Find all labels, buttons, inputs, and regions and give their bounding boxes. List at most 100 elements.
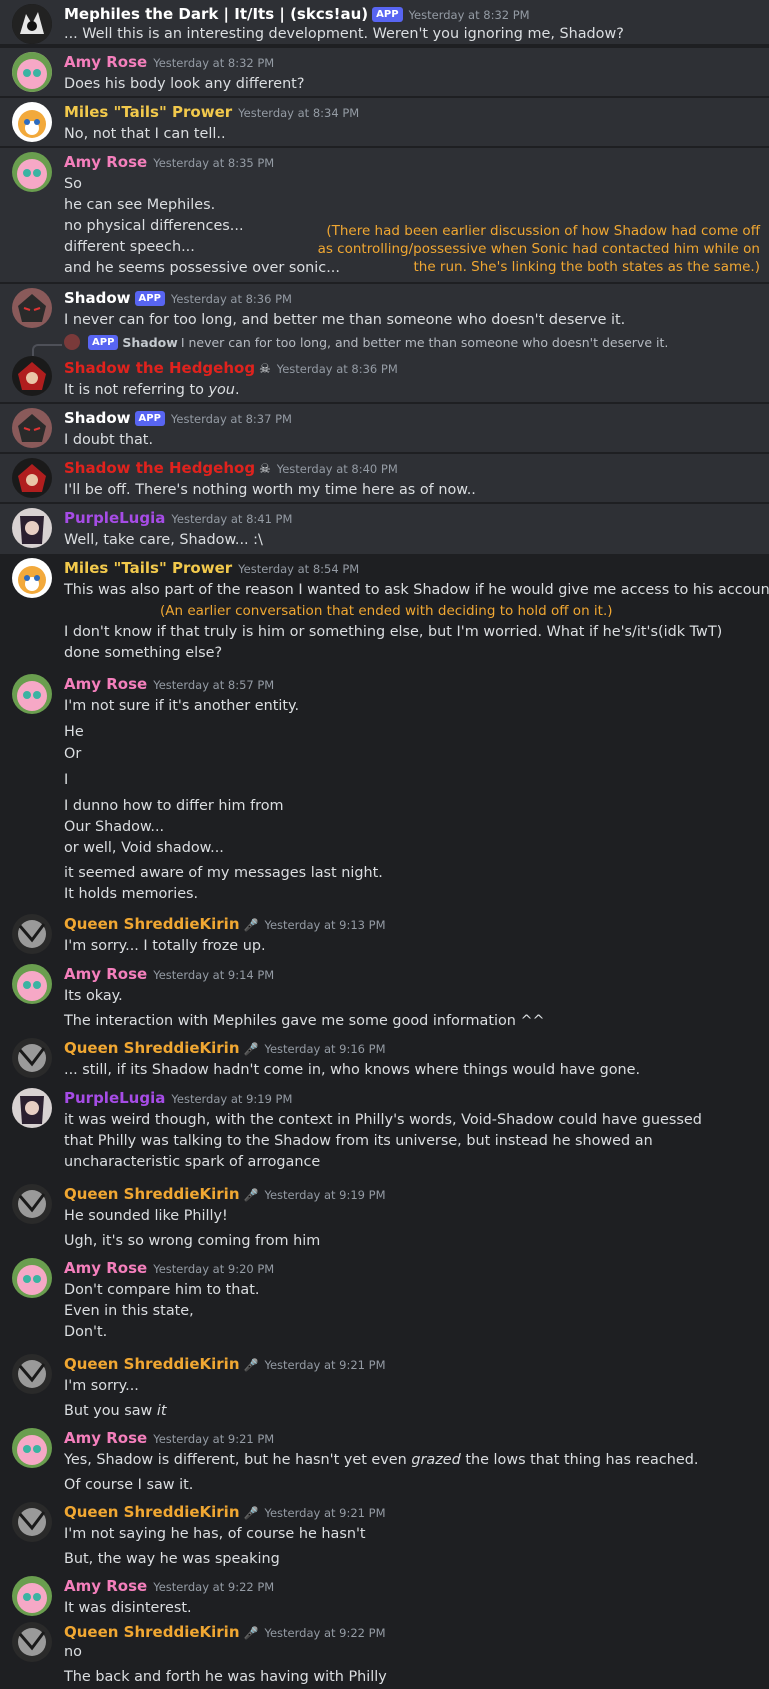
avatar[interactable] [12, 52, 52, 92]
timestamp: Yesterday at 8:32 PM [408, 8, 530, 22]
message-amy: Amy Rose Yesterday at 8:35 PM So he can s… [0, 148, 769, 282]
annotation-note: (There had been earlier discussion of ho… [318, 222, 760, 276]
avatar[interactable] [12, 288, 52, 328]
author-name[interactable]: Amy Rose [64, 675, 147, 693]
microphone-icon: 🎤 [243, 1188, 259, 1202]
microphone-icon: 🎤 [243, 1042, 259, 1056]
author-name[interactable]: Miles "Tails" Prower [64, 103, 232, 121]
text-emphasis: it [156, 1403, 167, 1419]
message-text: Don't compare him to that. [64, 1282, 260, 1298]
app-badge: APP [88, 335, 119, 350]
message-text: or well, Void shadow... [64, 840, 224, 856]
avatar[interactable] [12, 1038, 52, 1078]
avatar[interactable] [12, 558, 52, 598]
message-text: I'm sorry... I totally froze up. [64, 938, 266, 954]
author-name[interactable]: Queen ShreddieKirin [64, 1623, 240, 1641]
author-name[interactable]: Amy Rose [64, 53, 147, 71]
author-name[interactable]: Queen ShreddieKirin [64, 915, 240, 933]
avatar[interactable] [12, 508, 52, 548]
avatar[interactable] [12, 152, 52, 192]
reply-spine [32, 344, 62, 356]
message-text: It is not referring to you. [64, 380, 240, 400]
avatar[interactable] [12, 408, 52, 448]
reply-avatar [64, 334, 80, 350]
message-text: Don't. [64, 1324, 108, 1340]
message-amy: Amy Rose Yesterday at 9:21 PM Yes, Shadow… [0, 1424, 769, 1498]
text-part: But you saw [64, 1403, 157, 1419]
message-text: I doubt that. [64, 432, 154, 448]
timestamp: Yesterday at 8:37 PM [170, 412, 292, 426]
text-part: . [234, 382, 240, 398]
timestamp: Yesterday at 9:20 PM [153, 1262, 275, 1276]
author-name[interactable]: Queen ShreddieKirin [64, 1355, 240, 1373]
annotation-line: the run. She's linking the both states a… [413, 259, 760, 275]
microphone-icon: 🎤 [243, 1506, 259, 1520]
text-emphasis: grazed [411, 1452, 461, 1468]
author-name[interactable]: Miles "Tails" Prower [64, 559, 232, 577]
author-name[interactable]: Amy Rose [64, 1429, 147, 1447]
avatar[interactable] [12, 674, 52, 714]
message-shadow: Shadow APP Yesterday at 8:37 PM I doubt th… [0, 404, 769, 452]
message-queen: Queen ShreddieKirin 🎤 Yesterday at 9:22 PM… [0, 1618, 769, 1689]
avatar[interactable] [12, 458, 52, 498]
timestamp: Yesterday at 9:21 PM [264, 1358, 386, 1372]
author-name[interactable]: PurpleLugia [64, 1089, 165, 1107]
message-text: He [64, 724, 84, 740]
author-name[interactable]: Amy Rose [64, 1259, 147, 1277]
message-text: He sounded like Philly! [64, 1208, 228, 1224]
avatar[interactable] [12, 102, 52, 142]
author-name[interactable]: Shadow [64, 409, 131, 427]
timestamp: Yesterday at 8:34 PM [238, 106, 360, 120]
author-name[interactable]: Amy Rose [64, 1577, 147, 1595]
message-text: I'm sorry... [64, 1378, 139, 1394]
avatar[interactable] [12, 1502, 52, 1542]
avatar[interactable] [12, 1258, 52, 1298]
message-text: Its okay. [64, 988, 123, 1004]
message-text: ... Well this is an interesting developm… [64, 26, 624, 42]
avatar[interactable] [12, 914, 52, 954]
role-badge-icon: ☠ [259, 362, 271, 377]
microphone-icon: 🎤 [243, 1626, 259, 1640]
avatar[interactable] [12, 1184, 52, 1224]
message-text: But, the way he was speaking [64, 1551, 280, 1567]
avatar[interactable] [12, 4, 52, 44]
avatar[interactable] [12, 1088, 52, 1128]
avatar[interactable] [12, 1622, 52, 1662]
avatar[interactable] [12, 356, 52, 396]
author-name[interactable]: Queen ShreddieKirin [64, 1039, 240, 1057]
message-text: Or [64, 746, 82, 762]
author-name[interactable]: Shadow [64, 289, 131, 307]
message-text: Our Shadow... [64, 819, 165, 835]
avatar[interactable] [12, 1428, 52, 1468]
annotation-line: (There had been earlier discussion of ho… [326, 223, 760, 239]
author-name[interactable]: Mephiles the Dark | It/Its | (skcs!au) [64, 5, 368, 23]
timestamp: Yesterday at 9:13 PM [264, 918, 386, 932]
author-name[interactable]: Queen ShreddieKirin [64, 1503, 240, 1521]
author-name[interactable]: Queen ShreddieKirin [64, 1185, 240, 1203]
timestamp: Yesterday at 8:35 PM [153, 156, 275, 170]
annotation-note: (An earlier conversation that ended with… [160, 603, 613, 619]
avatar[interactable] [12, 1354, 52, 1394]
timestamp: Yesterday at 9:22 PM [153, 1580, 275, 1594]
message-text: It was disinterest. [64, 1600, 192, 1616]
author-name[interactable]: Shadow the Hedgehog [64, 459, 255, 477]
message-text: and he seems possessive over sonic... [64, 260, 340, 276]
reply-preview[interactable]: APP Shadow I never can for too long, and … [64, 334, 668, 352]
avatar[interactable] [12, 1576, 52, 1616]
message-text: The interaction with Mephiles gave me so… [64, 1013, 545, 1029]
message-text: I never can for too long, and better me … [64, 312, 626, 328]
author-name[interactable]: Shadow the Hedgehog [64, 359, 255, 377]
annotation-line: as controlling/possessive when Sonic had… [317, 241, 760, 257]
author-name[interactable]: Amy Rose [64, 965, 147, 983]
message-amy: Amy Rose Yesterday at 8:57 PM I'm not sur… [0, 670, 769, 910]
message-text: The back and forth he was having with Ph… [64, 1669, 387, 1685]
message-text: Well, take care, Shadow... :\ [64, 532, 263, 548]
message-text: no physical differences... [64, 218, 244, 234]
message-amy: Amy Rose Yesterday at 9:22 PM It was disi… [0, 1572, 769, 1618]
reply-author[interactable]: Shadow [122, 335, 177, 350]
avatar[interactable] [12, 964, 52, 1004]
message-text: Does his body look any different? [64, 76, 305, 92]
author-name[interactable]: Amy Rose [64, 153, 147, 171]
message-shadow: Shadow APP Yesterday at 8:36 PM I never ca… [0, 284, 769, 334]
author-name[interactable]: PurpleLugia [64, 509, 165, 527]
